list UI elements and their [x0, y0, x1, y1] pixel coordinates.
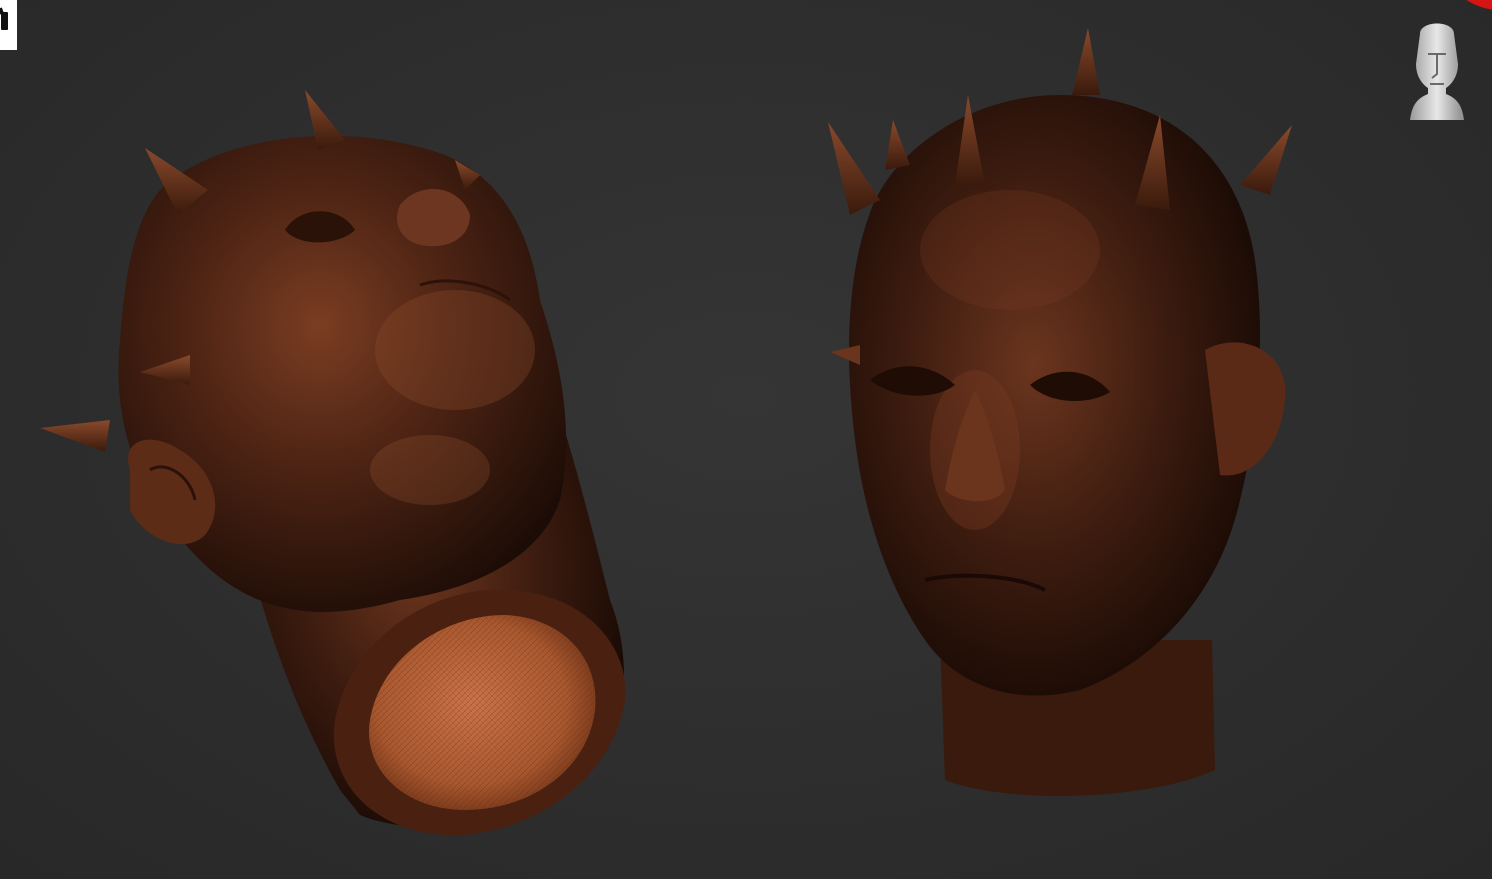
model-scene[interactable]	[0, 0, 1492, 879]
head-front-view[interactable]	[828, 28, 1292, 797]
head-tilted-back[interactable]	[40, 90, 626, 836]
head-navigation-gizmo-icon[interactable]	[1408, 14, 1466, 122]
3d-viewport[interactable]	[0, 0, 1492, 879]
